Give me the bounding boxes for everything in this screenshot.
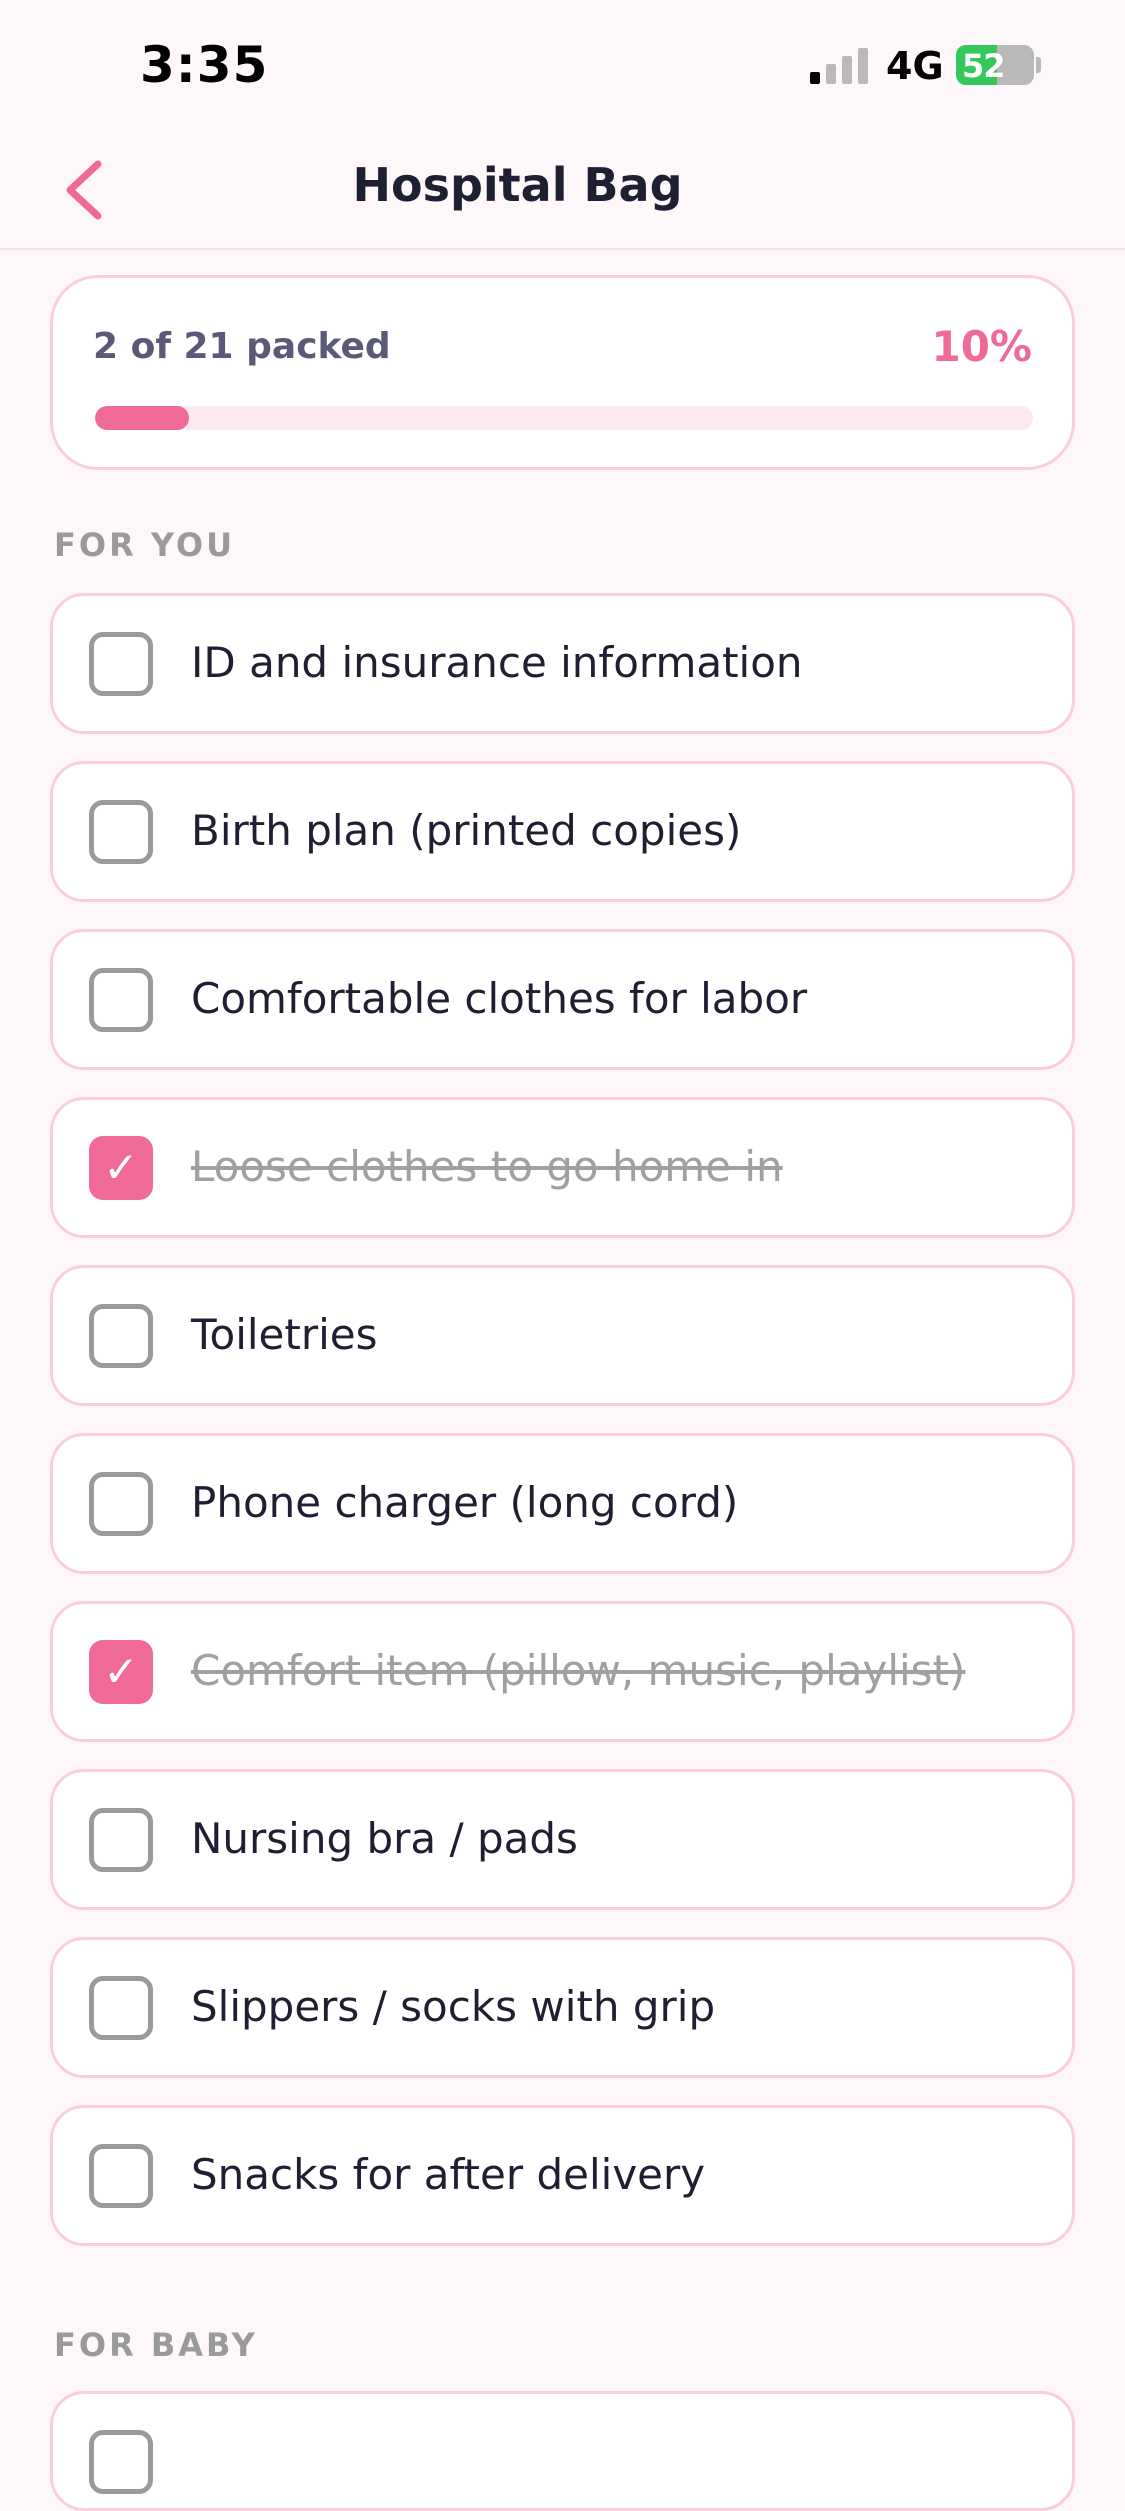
list-item[interactable]: ✓ Loose clothes to go home in: [50, 1097, 1075, 1238]
progress-percent: 10%: [931, 322, 1032, 371]
status-time: 3:35: [140, 36, 269, 94]
item-label: Birth plan (printed copies): [191, 806, 742, 855]
signal-strength-icon: [810, 48, 868, 84]
page-title: Hospital Bag: [352, 158, 683, 212]
battery-icon: 52: [956, 45, 1034, 85]
checkbox[interactable]: [89, 800, 153, 864]
list-item[interactable]: Comfortable clothes for labor: [50, 929, 1075, 1070]
battery-percent: 52: [962, 47, 1006, 85]
list-item-partial[interactable]: [50, 2391, 1075, 2511]
list-item[interactable]: Snacks for after delivery: [50, 2105, 1075, 2246]
list-item[interactable]: Birth plan (printed copies): [50, 761, 1075, 902]
list-item[interactable]: ID and insurance information: [50, 593, 1075, 734]
checkbox[interactable]: [89, 1808, 153, 1872]
item-label: Nursing bra / pads: [191, 1814, 578, 1863]
item-label: Comfort item (pillow, music, playlist): [191, 1646, 966, 1695]
item-label: Slippers / socks with grip: [191, 1982, 716, 2031]
checkbox[interactable]: [89, 968, 153, 1032]
progress-track: [95, 406, 1033, 430]
checkbox[interactable]: [89, 2430, 153, 2494]
list-item[interactable]: Phone charger (long cord): [50, 1433, 1075, 1574]
section-header-for-baby: FOR BABY: [54, 2326, 258, 2364]
checkbox[interactable]: [89, 2144, 153, 2208]
list-item[interactable]: ✓ Comfort item (pillow, music, playlist): [50, 1601, 1075, 1742]
progress-fill: [95, 406, 189, 430]
checkbox[interactable]: [89, 1472, 153, 1536]
checkbox[interactable]: [89, 632, 153, 696]
status-bar: 3:35 4G 52: [0, 0, 1125, 130]
item-label: Comfortable clothes for labor: [191, 974, 808, 1023]
progress-card: 2 of 21 packed 10%: [50, 275, 1075, 470]
checkbox-checked[interactable]: ✓: [89, 1136, 153, 1200]
list-item[interactable]: Nursing bra / pads: [50, 1769, 1075, 1910]
network-label: 4G: [886, 44, 944, 88]
item-label: Toiletries: [191, 1310, 378, 1359]
list-item[interactable]: Slippers / socks with grip: [50, 1937, 1075, 2078]
battery-cap: [1036, 57, 1041, 73]
nav-bar: Hospital Bag: [0, 130, 1125, 250]
checkbox[interactable]: [89, 1976, 153, 2040]
item-label: Loose clothes to go home in: [191, 1142, 783, 1191]
checkbox[interactable]: [89, 1304, 153, 1368]
section-header-for-you: FOR YOU: [54, 526, 236, 564]
item-label: Phone charger (long cord): [191, 1478, 739, 1527]
checkmark-icon: ✓: [103, 1647, 139, 1696]
checkmark-icon: ✓: [103, 1143, 139, 1192]
list-item[interactable]: Toiletries: [50, 1265, 1075, 1406]
item-label: Snacks for after delivery: [191, 2150, 706, 2199]
checkbox-checked[interactable]: ✓: [89, 1640, 153, 1704]
progress-label: 2 of 21 packed: [93, 326, 391, 367]
item-label: ID and insurance information: [191, 638, 803, 687]
